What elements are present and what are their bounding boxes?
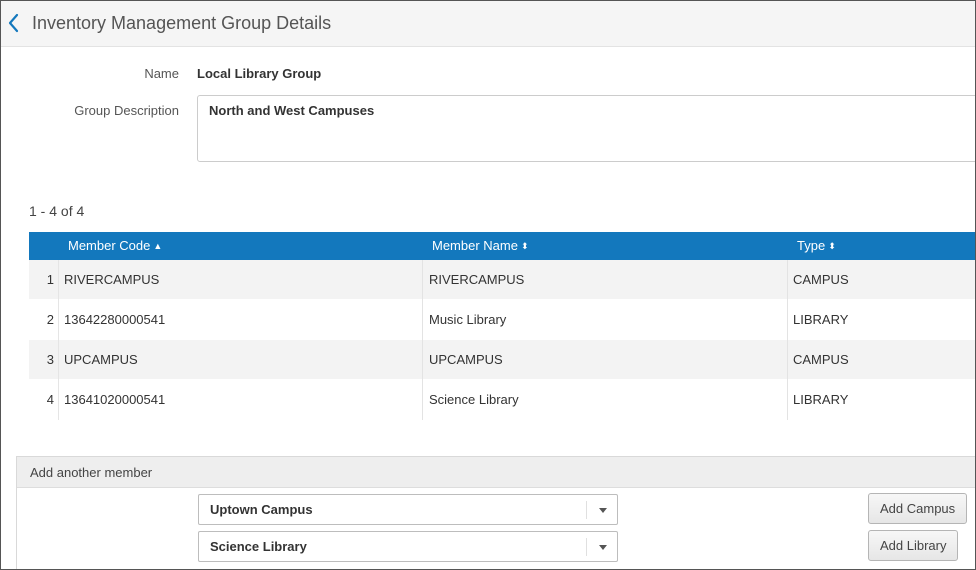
table-body: 1 RIVERCAMPUS RIVERCAMPUS CAMPUS 2 13642… <box>29 260 975 420</box>
member-code-cell: 13641020000541 <box>64 392 166 407</box>
column-header-label: Type <box>797 238 826 253</box>
member-name-cell: RIVERCAMPUS <box>429 272 525 287</box>
column-divider <box>422 300 423 340</box>
caret-down-icon <box>599 508 607 513</box>
column-divider <box>422 260 423 300</box>
sort-toggle-icon: ⬍ <box>520 241 529 251</box>
table-row[interactable]: 3 UPCAMPUS UPCAMPUS CAMPUS <box>29 340 975 380</box>
campus-select[interactable]: Uptown Campus <box>198 494 618 525</box>
add-member-title: Add another member <box>30 465 153 480</box>
library-select[interactable]: Science Library <box>198 531 618 562</box>
campus-select-value: Uptown Campus <box>210 502 313 517</box>
page-title: Inventory Management Group Details <box>32 13 332 33</box>
row-index: 2 <box>29 300 59 340</box>
member-name-cell: Music Library <box>429 312 507 327</box>
results-count: 1 - 4 of 4 <box>29 203 85 219</box>
members-table: Member Code ▲ Member Name ⬍ Type ⬍ 1 RIVERC… <box>29 232 975 420</box>
library-select-value: Science Library <box>210 539 307 554</box>
member-name-cell: Science Library <box>429 392 519 407</box>
column-header-label: Member Name <box>432 238 518 253</box>
row-index: 1 <box>29 260 59 300</box>
column-header-member-name[interactable]: Member Name ⬍ <box>432 232 529 260</box>
column-header-member-code[interactable]: Member Code ▲ <box>68 232 162 260</box>
add-campus-button[interactable]: Add Campus <box>868 493 968 524</box>
table-row[interactable]: 2 13642280000541 Music Library LIBRARY <box>29 300 975 340</box>
type-cell: CAMPUS <box>793 352 849 367</box>
column-header-label: Member Code <box>68 238 151 253</box>
row-index: 4 <box>29 380 59 420</box>
add-member-section: Add another member Uptown Campus Add Cam… <box>16 456 975 569</box>
add-member-header: Add another member <box>17 457 975 488</box>
column-divider <box>787 300 788 340</box>
select-divider <box>586 538 587 556</box>
type-cell: CAMPUS <box>793 272 849 287</box>
row-index: 3 <box>29 340 59 380</box>
column-divider <box>787 380 788 420</box>
member-code-cell: RIVERCAMPUS <box>64 272 160 287</box>
name-label: Name <box>144 66 179 81</box>
sort-ascending-icon: ▲ <box>153 241 163 251</box>
column-divider <box>787 340 788 380</box>
add-library-button[interactable]: Add Library <box>868 530 959 561</box>
member-code-cell: UPCAMPUS <box>64 352 138 367</box>
type-cell: LIBRARY <box>793 392 849 407</box>
column-divider <box>787 260 788 300</box>
table-header-row: Member Code ▲ Member Name ⬍ Type ⬍ <box>29 232 975 260</box>
chevron-left-icon[interactable] <box>6 12 22 34</box>
caret-down-icon <box>599 545 607 550</box>
member-code-cell: 13642280000541 <box>64 312 166 327</box>
group-description-label: Group Description <box>74 103 179 118</box>
type-cell: LIBRARY <box>793 312 849 327</box>
member-name-cell: UPCAMPUS <box>429 352 503 367</box>
table-row[interactable]: 4 13641020000541 Science Library LIBRARY <box>29 380 975 420</box>
select-divider <box>586 501 587 519</box>
column-divider <box>422 380 423 420</box>
column-divider <box>422 340 423 380</box>
name-value: Local Library Group <box>197 66 322 81</box>
group-description-field[interactable]: North and West Campuses <box>197 95 975 162</box>
table-row[interactable]: 1 RIVERCAMPUS RIVERCAMPUS CAMPUS <box>29 260 975 300</box>
sort-toggle-icon: ⬍ <box>828 241 836 251</box>
page-header: Inventory Management Group Details <box>1 1 975 47</box>
page-frame: Inventory Management Group Details Name … <box>0 0 976 570</box>
column-header-type[interactable]: Type ⬍ <box>797 232 836 260</box>
